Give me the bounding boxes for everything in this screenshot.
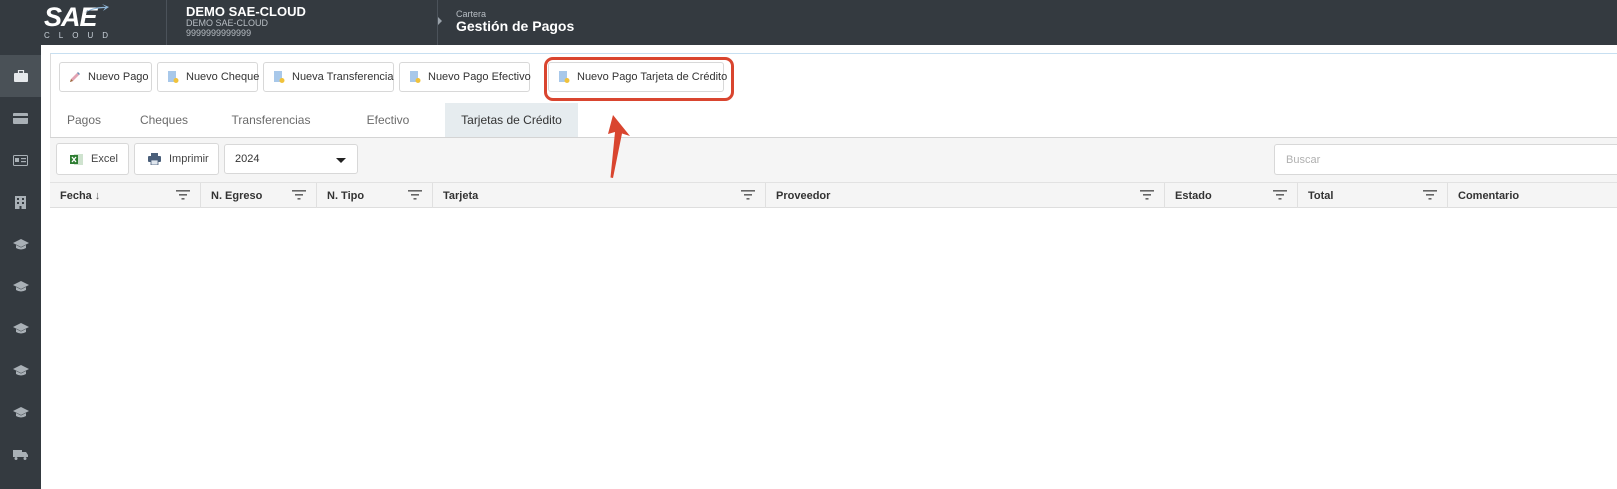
tab-efectivo[interactable]: Efectivo [331,103,445,137]
column-header-fecha[interactable]: Fecha ↓ [50,183,201,208]
document-icon [410,71,421,83]
column-header-n-egreso[interactable]: N. Egreso [201,183,317,208]
company-name: DEMO SAE-CLOUD [186,4,306,19]
sort-desc-icon: ↓ [94,189,101,202]
briefcase-icon [13,70,28,82]
print-button[interactable]: Imprimir [134,143,219,175]
nueva-transferencia-label: Nueva Transferencia [292,71,394,83]
column-header-estado[interactable]: Estado [1165,183,1298,208]
sidebar-item-empresa[interactable] [0,181,41,223]
sidebar-item-cartera[interactable] [0,55,41,97]
graduation-cap-icon [12,280,29,291]
graduation-cap-icon [12,364,29,375]
sidebar [0,45,41,489]
logo-subtext: CLOUD [44,31,118,40]
nuevo-pago-button[interactable]: Nuevo Pago [59,62,152,92]
column-estado-label: Estado [1175,189,1212,202]
tab-pagos-label: Pagos [66,113,102,127]
sidebar-item-tarjetas[interactable] [0,97,41,139]
filter-icon[interactable] [292,190,306,200]
tab-tarjetas-credito[interactable]: Tarjetas de Crédito [445,103,578,137]
column-fecha-label: Fecha [60,189,92,202]
chevron-down-icon [336,158,346,163]
print-label: Imprimir [169,153,209,165]
year-select[interactable]: 2024 [224,144,358,174]
column-tarjeta-label: Tarjeta [443,189,479,202]
graduation-cap-icon [12,406,29,417]
truck-icon [13,449,28,460]
company-subname: DEMO SAE-CLOUD [186,18,269,28]
nuevo-pago-label: Nuevo Pago [88,71,149,83]
grid-body [50,208,1617,489]
grid-header: Fecha ↓ N. Egreso N. Tipo Tarjeta Proveed… [50,182,1617,208]
filter-icon[interactable] [1423,190,1437,200]
filter-icon[interactable] [1140,190,1154,200]
company-selector[interactable]: DEMO SAE-CLOUD DEMO SAE-CLOUD 9999999999… [166,0,438,45]
sidebar-item-academico-5[interactable] [0,391,41,433]
graduation-cap-icon [12,238,29,249]
search-input[interactable] [1274,144,1617,175]
top-bar: SAE CLOUD DEMO SAE-CLOUD DEMO SAE-CLOUD … [0,0,1617,45]
printer-icon [148,153,161,165]
sidebar-item-academico-2[interactable] [0,265,41,307]
sidebar-item-academico-3[interactable] [0,307,41,349]
column-proveedor-label: Proveedor [776,189,831,202]
app-logo[interactable]: SAE CLOUD [0,0,166,45]
excel-icon [70,153,83,165]
credit-card-icon [13,112,28,124]
annotation-highlight [544,57,734,101]
column-header-comentario[interactable]: Comentario [1448,183,1617,208]
column-n-egreso-label: N. Egreso [211,189,263,202]
annotation-arrow-icon [608,115,630,178]
excel-export-button[interactable]: Excel [56,143,129,175]
tab-transferencias-label: Transferencias [231,113,311,127]
page-title: Gestión de Pagos [456,18,575,34]
filter-icon[interactable] [741,190,755,200]
id-card-icon [13,154,28,166]
sidebar-item-transporte[interactable] [0,433,41,475]
column-header-total[interactable]: Total [1298,183,1448,208]
column-comentario-label: Comentario [1458,189,1520,202]
sidebar-item-academico-4[interactable] [0,349,41,391]
pen-icon [70,72,80,82]
column-header-tarjeta[interactable]: Tarjeta [433,183,766,208]
column-header-proveedor[interactable]: Proveedor [766,183,1165,208]
column-n-tipo-label: N. Tipo [327,189,365,202]
column-header-n-tipo[interactable]: N. Tipo [317,183,433,208]
grid-toolbar: Excel Imprimir 2024 [50,138,1617,182]
nuevo-pago-efectivo-label: Nuevo Pago Efectivo [428,71,531,83]
nueva-transferencia-button[interactable]: Nueva Transferencia [263,62,394,92]
document-icon [168,71,179,83]
tab-tarjetas-credito-label: Tarjetas de Crédito [461,113,562,127]
nuevo-cheque-button[interactable]: Nuevo Cheque [157,62,260,92]
tab-cheques[interactable]: Cheques [117,103,211,137]
breadcrumb-separator-icon [438,17,442,25]
building-icon [15,195,26,209]
logo-swoosh-icon [84,4,109,13]
filter-icon[interactable] [408,190,422,200]
sidebar-item-identificacion[interactable] [0,139,41,181]
tab-pagos[interactable]: Pagos [51,103,117,137]
tab-efectivo-label: Efectivo [366,113,410,127]
sidebar-item-academico-1[interactable] [0,223,41,265]
column-total-label: Total [1308,189,1334,202]
graduation-cap-icon [12,322,29,333]
filter-icon[interactable] [176,190,190,200]
document-icon [274,71,285,83]
excel-label: Excel [91,153,118,165]
company-id: 9999999999999 [186,28,252,38]
year-select-value: 2024 [235,153,260,165]
nuevo-cheque-label: Nuevo Cheque [186,71,260,83]
nuevo-pago-efectivo-button[interactable]: Nuevo Pago Efectivo [399,62,531,92]
tab-transferencias[interactable]: Transferencias [211,103,331,137]
filter-icon[interactable] [1273,190,1287,200]
tab-cheques-label: Cheques [139,113,189,127]
